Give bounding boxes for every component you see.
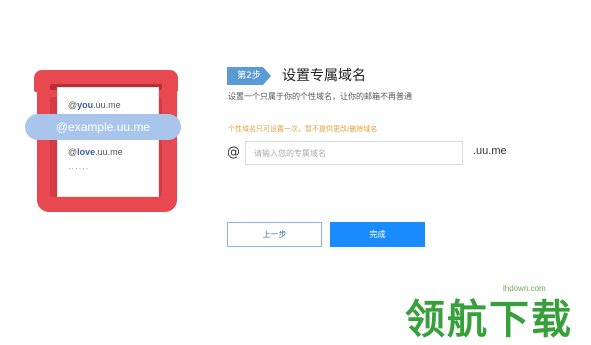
mailbox-illustration: @you.uu.me @love.uu.me ...... @example.u… [0,0,210,230]
finish-button[interactable]: 完成 [330,222,425,247]
example-address-pill: @example.uu.me [25,114,181,140]
prev-step-button[interactable]: 上一步 [227,222,322,247]
domain-input[interactable] [245,141,463,165]
step-badge: 第2步 [227,67,271,85]
page-description: 设置一个只属于你的个性域名，让你的邮箱不再普通 [228,92,412,101]
domain-warning-note: 个性域名只可设置一次，暂不提供更改/删除域名 [228,125,378,133]
example-address-love: @love.uu.me [68,147,123,157]
page-title: 设置专属域名 [282,68,366,84]
step-badge-label: 第2步 [237,71,261,81]
example-address-you: @you.uu.me [68,100,121,110]
example-dots: ...... [68,162,90,171]
mailbox-letter: @you.uu.me @love.uu.me ...... [57,87,159,197]
watermark-logo: 领航下载 [405,297,573,343]
at-sign-label: @ [227,145,240,160]
domain-suffix: .uu.me [473,145,507,157]
